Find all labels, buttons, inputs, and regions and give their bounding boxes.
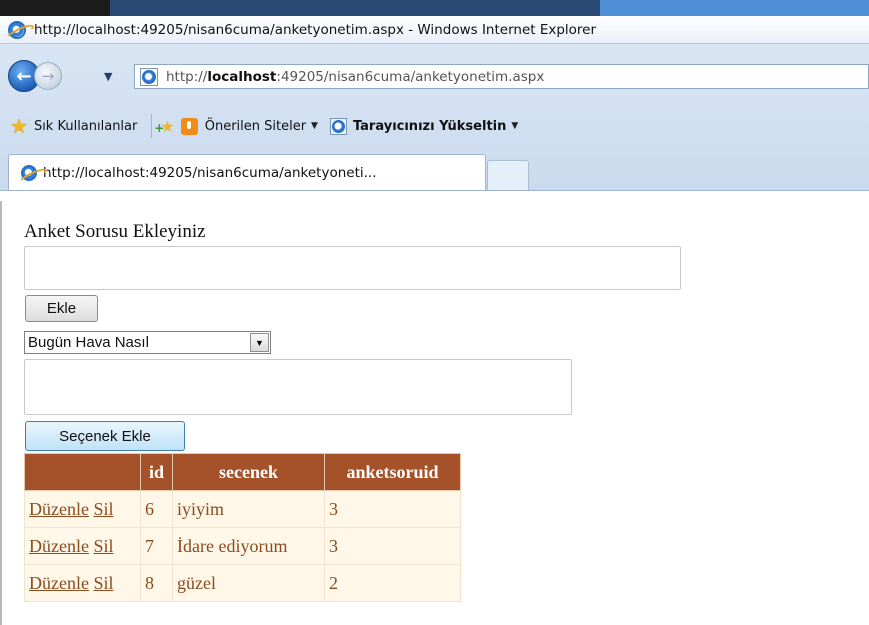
forward-button[interactable]: →	[34, 62, 62, 90]
star-icon: ★	[10, 114, 28, 138]
cell-anketsoruid: 3	[324, 527, 461, 565]
back-arrow-icon: ←	[16, 65, 32, 87]
row-actions: Düzenle Sil	[24, 490, 141, 528]
tab-active[interactable]: http://localhost:49205/nisan6cuma/ankety…	[8, 154, 486, 190]
cell-anketsoruid: 3	[324, 490, 461, 528]
upgrade-browser-button[interactable]: Tarayıcınızı Yükseltin ▼	[318, 117, 519, 135]
delete-link[interactable]: Sil	[93, 573, 113, 593]
new-tab-button[interactable]	[487, 160, 529, 190]
tab-label: http://localhost:49205/nisan6cuma/ankety…	[43, 164, 377, 181]
chevron-down-icon: ▼	[511, 121, 519, 131]
row-actions: Düzenle Sil	[24, 564, 141, 602]
cell-id: 6	[140, 490, 173, 528]
option-input[interactable]	[24, 359, 572, 415]
navigation-bar: ← → ▼ http://localhost:49205/nisan6cuma/…	[0, 56, 869, 96]
table-row: Düzenle Sil 8 güzel 2	[24, 564, 461, 602]
chevron-down-icon[interactable]: ▼	[250, 333, 269, 352]
delete-link[interactable]: Sil	[93, 536, 113, 556]
delete-link[interactable]: Sil	[93, 499, 113, 519]
grid-header-actions	[24, 453, 141, 491]
address-bar[interactable]: http://localhost:49205/nisan6cuma/ankety…	[134, 64, 869, 89]
table-row: Düzenle Sil 6 iyiyim 3	[24, 490, 461, 528]
page-content: Anket Sorusu Ekleyiniz Ekle Bugün Hava N…	[0, 201, 869, 625]
grid-header-anketsoruid: anketsoruid	[324, 453, 461, 491]
suggested-sites-button[interactable]: Önerilen Siteler ▼	[180, 117, 318, 135]
cell-secenek: güzel	[172, 564, 325, 602]
window-titlebar: http://localhost:49205/nisan6cuma/ankety…	[0, 16, 869, 44]
forward-arrow-icon: →	[41, 67, 55, 85]
grid-header-secenek: secenek	[172, 453, 325, 491]
edit-link[interactable]: Düzenle	[29, 499, 89, 519]
add-question-button[interactable]: Ekle	[25, 295, 98, 322]
internet-explorer-icon	[8, 20, 26, 39]
tab-bar: http://localhost:49205/nisan6cuma/ankety…	[0, 150, 869, 190]
cell-id: 8	[140, 564, 173, 602]
cell-secenek: İdare ediyorum	[172, 527, 325, 565]
grid-header-row: id secenek anketsoruid	[24, 453, 461, 491]
internet-explorer-icon	[21, 164, 37, 181]
favorites-button[interactable]: ★ Sık Kullanılanlar	[0, 114, 137, 138]
grid-header-id: id	[140, 453, 173, 491]
add-favorite-icon: ★	[154, 117, 174, 136]
desktop-top-strip	[0, 0, 869, 16]
edit-link[interactable]: Düzenle	[29, 536, 89, 556]
cell-id: 7	[140, 527, 173, 565]
cell-anketsoruid: 2	[324, 564, 461, 602]
page-icon	[140, 67, 158, 86]
question-select-value: Bugün Hava Nasıl	[28, 334, 149, 351]
options-grid: id secenek anketsoruid Düzenle Sil 6 iyi…	[24, 453, 461, 602]
suggested-sites-icon	[180, 117, 198, 135]
favorites-bar: ★ Sık Kullanılanlar ★ Önerilen Siteler ▼…	[0, 108, 869, 144]
add-option-button[interactable]: Seçenek Ekle	[25, 421, 185, 451]
chevron-down-icon: ▼	[311, 121, 318, 131]
cell-secenek: iyiyim	[172, 490, 325, 528]
address-url: http://localhost:49205/nisan6cuma/ankety…	[166, 68, 545, 85]
question-input[interactable]	[24, 246, 681, 290]
toolbar-separator	[151, 114, 153, 138]
internet-explorer-icon	[329, 117, 347, 135]
question-select[interactable]: Bugün Hava Nasıl ▼	[24, 331, 271, 354]
browser-chrome: http://localhost:49205/nisan6cuma/ankety…	[0, 0, 869, 201]
recent-pages-dropdown-icon[interactable]: ▼	[104, 70, 112, 83]
window-title: http://localhost:49205/nisan6cuma/ankety…	[34, 21, 597, 38]
edit-link[interactable]: Düzenle	[29, 573, 89, 593]
add-to-favorites-bar-button[interactable]: ★	[154, 117, 180, 136]
question-label: Anket Sorusu Ekleyiniz	[24, 221, 206, 242]
table-row: Düzenle Sil 7 İdare ediyorum 3	[24, 527, 461, 565]
row-actions: Düzenle Sil	[24, 527, 141, 565]
